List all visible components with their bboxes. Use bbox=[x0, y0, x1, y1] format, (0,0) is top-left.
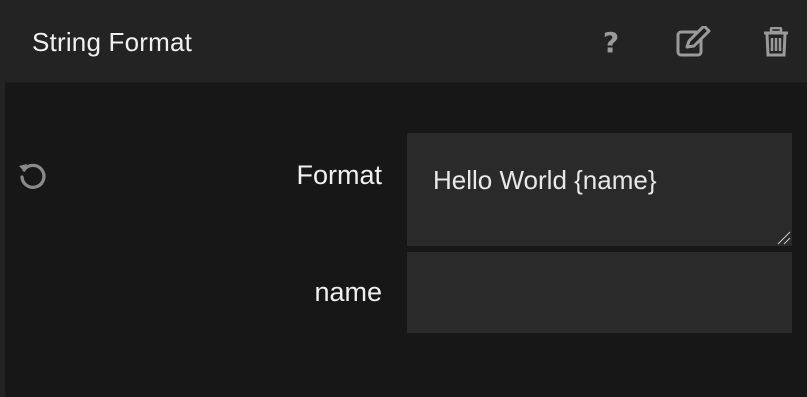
format-label: Format bbox=[296, 160, 382, 190]
name-input[interactable] bbox=[407, 252, 792, 333]
node-title: String Format bbox=[32, 27, 193, 57]
svg-text:?: ? bbox=[603, 28, 619, 56]
string-format-node-panel: String Format ? Format Hello World {name… bbox=[0, 0, 807, 397]
edit-icon[interactable] bbox=[675, 24, 711, 60]
question-mark-icon[interactable]: ? bbox=[593, 24, 629, 60]
format-textarea[interactable]: Hello World {name} bbox=[407, 133, 792, 246]
trash-icon[interactable] bbox=[758, 24, 794, 60]
node-header: String Format ? bbox=[5, 0, 807, 83]
name-label: name bbox=[314, 277, 382, 307]
reset-icon[interactable] bbox=[15, 158, 51, 194]
